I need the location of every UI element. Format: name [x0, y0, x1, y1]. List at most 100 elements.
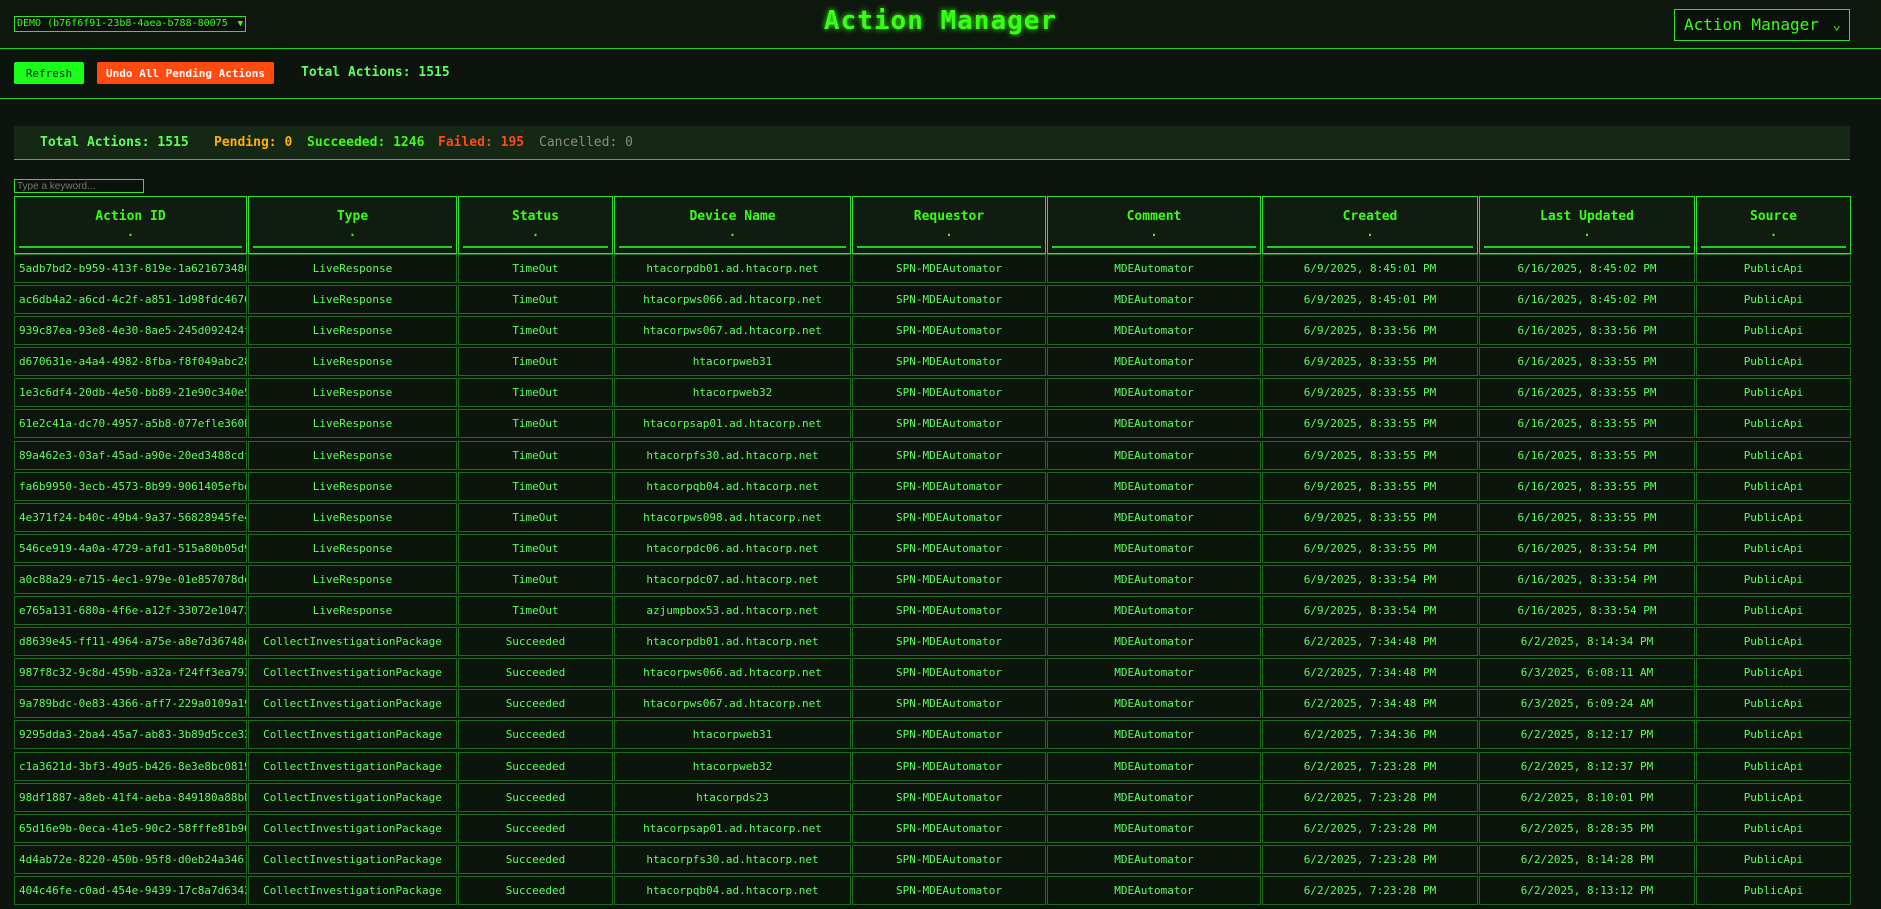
column-header-label: Requestor [913, 209, 985, 224]
cell-action-id: a0c88a29-e715-4ec1-979e-01e857078dee [14, 564, 247, 594]
column-filter-marker[interactable]: . [459, 225, 612, 239]
table-row[interactable]: fa6b9950-3ecb-4573-8b99-9061405efbd8 Live… [14, 471, 1851, 503]
column-filter-line [857, 246, 1041, 248]
cell-status: Succeeded [458, 813, 613, 843]
cell-comment: MDEAutomator [1047, 409, 1261, 439]
page-select[interactable]: Action Manager ⌄ [1674, 9, 1850, 41]
cell-action-id: 4e371f24-b40c-49b4-9a37-56828945fe47 [14, 502, 247, 532]
cell-comment: MDEAutomator [1047, 285, 1261, 315]
cell-status: TimeOut [458, 347, 613, 377]
cell-last-updated: 6/2/2025, 8:14:28 PM [1479, 844, 1695, 874]
table-row[interactable]: 98df1887-a8eb-41f4-aeba-849180a88bb4 Coll… [14, 782, 1851, 814]
column-header-requestor[interactable]: Requestor. [852, 196, 1046, 254]
cell-status: Succeeded [458, 689, 613, 719]
table-row[interactable]: 65d16e9b-0eca-41e5-90c2-58fffe81b960 Coll… [14, 813, 1851, 845]
table-row[interactable]: d670631e-a4a4-4982-8fba-f8f049abc282 Live… [14, 347, 1851, 378]
column-filter-marker[interactable]: . [1263, 225, 1477, 239]
cell-last-updated: 6/2/2025, 8:12:17 PM [1479, 720, 1695, 750]
refresh-button[interactable]: Refresh [14, 62, 84, 84]
table-row[interactable]: 939c87ea-93e8-4e30-8ae5-245d092424f1 Live… [14, 316, 1851, 347]
cell-last-updated: 6/2/2025, 8:14:34 PM [1479, 627, 1695, 657]
cell-action-id: 98df1887-a8eb-41f4-aeba-849180a88bb4 [14, 782, 247, 812]
column-filter-line [19, 246, 242, 248]
cell-last-updated: 6/16/2025, 8:45:02 PM [1479, 254, 1695, 283]
cell-created: 6/2/2025, 7:34:48 PM [1262, 627, 1478, 657]
table-row[interactable]: 89a462e3-03af-45ad-a90e-20ed3488cdfe Live… [14, 440, 1851, 472]
cell-type: LiveResponse [248, 409, 457, 439]
table-row[interactable]: d8639e45-ff11-4964-a75e-a8e7d36748dc Coll… [14, 627, 1851, 658]
cell-status: TimeOut [458, 285, 613, 315]
cell-source: PublicApi [1696, 596, 1851, 626]
column-header-created[interactable]: Created. [1262, 196, 1478, 254]
column-header-source[interactable]: Source. [1696, 196, 1851, 254]
column-filter-marker[interactable]: . [1048, 225, 1260, 239]
chevron-down-icon: ⌄ [1832, 17, 1841, 33]
cell-last-updated: 6/2/2025, 8:12:37 PM [1479, 751, 1695, 781]
cell-comment: MDEAutomator [1047, 751, 1261, 781]
table-row[interactable]: 4d4ab72e-8220-450b-95f8-d0eb24a3461b Coll… [14, 844, 1851, 876]
cell-status: Succeeded [458, 751, 613, 781]
column-filter-marker[interactable]: . [15, 225, 246, 239]
cell-created: 6/9/2025, 8:45:01 PM [1262, 254, 1478, 283]
table-row[interactable]: 9a789bdc-0e83-4366-aff7-229a0109a190 Coll… [14, 689, 1851, 720]
cell-created: 6/9/2025, 8:33:55 PM [1262, 471, 1478, 501]
column-header-status[interactable]: Status. [458, 196, 613, 254]
cell-action-id: 404c46fe-c0ad-454e-9439-17c8a7d63423 [14, 875, 247, 905]
table-row[interactable]: 404c46fe-c0ad-454e-9439-17c8a7d63423 Coll… [14, 875, 1851, 907]
cell-requestor: SPN-MDEAutomator [852, 440, 1046, 470]
table-row[interactable]: 4e371f24-b40c-49b4-9a37-56828945fe47 Live… [14, 502, 1851, 534]
table-row[interactable]: c1a3621d-3bf3-49d5-b426-8e3e8bc08196 Coll… [14, 751, 1851, 783]
cell-action-id: e765a131-680a-4f6e-a12f-33072e10473b [14, 596, 247, 626]
column-filter-marker[interactable]: . [1480, 225, 1694, 239]
cell-status: TimeOut [458, 596, 613, 626]
table-row[interactable]: 5adb7bd2-b959-413f-819e-1a6216734809 Live… [14, 254, 1851, 285]
actions-table: Action ID. Type. Status. Device Name. Reques… [14, 196, 1851, 907]
search-input[interactable] [14, 179, 144, 193]
column-filter-marker[interactable]: . [1697, 225, 1850, 239]
cell-action-id: 939c87ea-93e8-4e30-8ae5-245d092424f1 [14, 316, 247, 346]
cell-device-name: htacorpweb31 [614, 347, 851, 377]
table-row[interactable]: 1e3c6df4-20db-4e50-bb89-21e90c340e53 Live… [14, 378, 1851, 409]
cell-requestor: SPN-MDEAutomator [852, 627, 1046, 657]
cell-status: Succeeded [458, 720, 613, 750]
cell-type: LiveResponse [248, 254, 457, 283]
cell-type: CollectInvestigationPackage [248, 689, 457, 719]
cell-comment: MDEAutomator [1047, 378, 1261, 408]
column-filter-line [1052, 246, 1256, 248]
column-filter-marker[interactable]: . [249, 225, 456, 239]
table-row[interactable]: 61e2c41a-dc70-4957-a5b8-077efle360b1 Live… [14, 409, 1851, 440]
cell-action-id: 987f8c32-9c8d-459b-a32a-f24ff3ea792c [14, 658, 247, 688]
cell-action-id: 9a789bdc-0e83-4366-aff7-229a0109a190 [14, 689, 247, 719]
cell-source: PublicApi [1696, 564, 1851, 594]
cell-device-name: htacorpdc07.ad.htacorp.net [614, 564, 851, 594]
cell-created: 6/2/2025, 7:34:48 PM [1262, 658, 1478, 688]
table-row[interactable]: a0c88a29-e715-4ec1-979e-01e857078dee Live… [14, 564, 1851, 596]
cell-comment: MDEAutomator [1047, 502, 1261, 532]
cell-type: LiveResponse [248, 440, 457, 470]
cell-created: 6/2/2025, 7:23:28 PM [1262, 782, 1478, 812]
cell-comment: MDEAutomator [1047, 347, 1261, 377]
table-row[interactable]: ac6db4a2-a6cd-4c2f-a851-1d98fdc46763 Live… [14, 285, 1851, 316]
cell-device-name: htacorpweb32 [614, 378, 851, 408]
cell-type: LiveResponse [248, 347, 457, 377]
column-header-device-name[interactable]: Device Name. [614, 196, 851, 254]
table-row[interactable]: 987f8c32-9c8d-459b-a32a-f24ff3ea792c Coll… [14, 658, 1851, 689]
cell-action-id: c1a3621d-3bf3-49d5-b426-8e3e8bc08196 [14, 751, 247, 781]
cell-type: LiveResponse [248, 285, 457, 315]
column-header-last-updated[interactable]: Last Updated. [1479, 196, 1695, 254]
cell-source: PublicApi [1696, 533, 1851, 563]
column-header-action-id[interactable]: Action ID. [14, 196, 247, 254]
column-header-comment[interactable]: Comment. [1047, 196, 1261, 254]
cell-source: PublicApi [1696, 254, 1851, 283]
table-row[interactable]: e765a131-680a-4f6e-a12f-33072e10473b Live… [14, 596, 1851, 627]
undo-all-pending-button[interactable]: Undo All Pending Actions [97, 62, 274, 84]
column-filter-marker[interactable]: . [853, 225, 1045, 239]
cell-status: TimeOut [458, 409, 613, 439]
column-filter-marker[interactable]: . [615, 225, 850, 239]
table-row[interactable]: 9295dda3-2ba4-45a7-ab83-3b89d5cce32d Coll… [14, 720, 1851, 751]
cell-source: PublicApi [1696, 689, 1851, 719]
table-row[interactable]: 546ce919-4a0a-4729-afd1-515a80b05d9a Live… [14, 533, 1851, 565]
cell-action-id: 1e3c6df4-20db-4e50-bb89-21e90c340e53 [14, 378, 247, 408]
cell-comment: MDEAutomator [1047, 627, 1261, 657]
column-header-type[interactable]: Type. [248, 196, 457, 254]
